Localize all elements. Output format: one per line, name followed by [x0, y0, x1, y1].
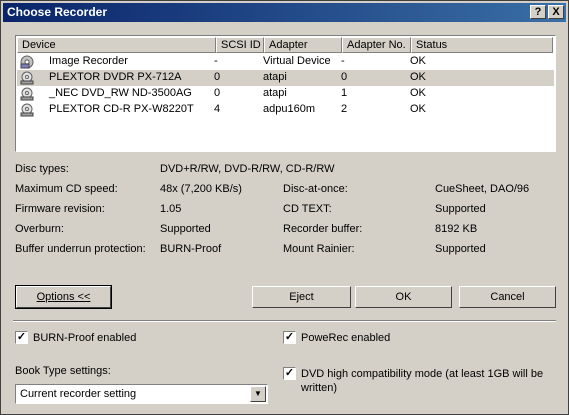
device-name: PLEXTOR DVDR PX-712A: [49, 71, 182, 83]
table-row[interactable]: Image Recorder - Virtual Device - OK: [17, 54, 554, 70]
mount-rainier-value: Supported: [435, 243, 486, 255]
adapter-no: 1: [341, 87, 348, 99]
device-name: _NEC DVD_RW ND-3500AG: [49, 87, 192, 99]
scsi-id: 0: [214, 71, 221, 83]
powerec-checkbox[interactable]: ✓: [283, 331, 296, 344]
options-button[interactable]: Options <<: [15, 285, 112, 309]
max-speed-label: Maximum CD speed:: [15, 183, 118, 195]
help-button[interactable]: ?: [530, 5, 546, 19]
adapter: adpu160m: [263, 103, 315, 115]
underrun-label: Buffer underrun protection:: [15, 243, 146, 255]
image-recorder-icon: [20, 55, 34, 69]
title-bar: Choose Recorder ? X: [3, 3, 566, 22]
book-type-label: Book Type settings:: [15, 365, 111, 377]
firmware-value: 1.05: [160, 203, 182, 215]
adapter: atapi: [263, 71, 287, 83]
column-header-scsi-id[interactable]: SCSI ID: [216, 37, 264, 53]
separator: [13, 320, 556, 322]
book-type-select[interactable]: Current recorder setting ▼: [15, 384, 268, 404]
dao-value: CueSheet, DAO/96: [435, 183, 530, 195]
ok-button[interactable]: OK: [355, 286, 452, 308]
device-name: PLEXTOR CD-R PX-W8220T: [49, 103, 194, 115]
close-button[interactable]: X: [548, 5, 564, 19]
dao-label: Disc-at-once:: [283, 183, 348, 195]
adapter-no: 0: [341, 71, 348, 83]
cd-drive-icon: [20, 87, 34, 101]
disc-types-value: DVD+R/RW, DVD-R/RW, CD-R/RW: [160, 163, 335, 175]
table-row[interactable]: PLEXTOR DVDR PX-712A 0 atapi 0 OK: [17, 70, 554, 86]
underrun-value: BURN-Proof: [160, 243, 222, 255]
max-speed-value: 48x (7,200 KB/s): [160, 183, 242, 195]
table-row[interactable]: _NEC DVD_RW ND-3500AG 0 atapi 1 OK: [17, 86, 554, 102]
status: OK: [410, 55, 426, 67]
table-row[interactable]: PLEXTOR CD-R PX-W8220T 4 adpu160m 2 OK: [17, 102, 554, 118]
status: OK: [410, 103, 426, 115]
disc-types-label: Disc types:: [15, 163, 69, 175]
column-header-status[interactable]: Status: [411, 37, 553, 53]
cd-drive-icon: [20, 103, 34, 117]
recorder-list[interactable]: Device SCSI ID Adapter Adapter No. Statu…: [15, 35, 556, 152]
scsi-id: 4: [214, 103, 221, 115]
options-button-label: Options <<: [36, 291, 91, 303]
adapter: atapi: [263, 87, 287, 99]
cd-drive-icon: [20, 71, 34, 85]
column-header-adapter-no[interactable]: Adapter No.: [342, 37, 411, 53]
window-title: Choose Recorder: [7, 5, 108, 19]
burnproof-checkbox[interactable]: ✓: [15, 331, 28, 344]
choose-recorder-dialog: Choose Recorder ? X Device SCSI ID Adapt…: [0, 0, 569, 415]
scsi-id: -: [214, 55, 218, 67]
adapter-no: 2: [341, 103, 348, 115]
firmware-label: Firmware revision:: [15, 203, 105, 215]
dvd-compat-label-line1: DVD high compatibility mode (at least 1G…: [301, 368, 544, 380]
mount-rainier-label: Mount Rainier:: [283, 243, 355, 255]
status: OK: [410, 87, 426, 99]
scsi-id: 0: [214, 87, 221, 99]
chevron-down-icon[interactable]: ▼: [250, 386, 266, 402]
eject-button[interactable]: Eject: [252, 286, 351, 308]
status: OK: [410, 71, 426, 83]
overburn-label: Overburn:: [15, 223, 64, 235]
cdtext-label: CD TEXT:: [283, 203, 332, 215]
dvd-compat-checkbox[interactable]: ✓: [283, 367, 296, 380]
adapter: Virtual Device: [263, 55, 331, 67]
book-type-value: Current recorder setting: [20, 388, 137, 400]
cdtext-value: Supported: [435, 203, 486, 215]
powerec-label: PoweRec enabled: [301, 332, 391, 344]
recorder-buffer-value: 8192 KB: [435, 223, 478, 235]
column-header-device[interactable]: Device: [17, 37, 216, 53]
overburn-value: Supported: [160, 223, 211, 235]
burnproof-label: BURN-Proof enabled: [33, 332, 137, 344]
column-header-adapter[interactable]: Adapter: [264, 37, 342, 53]
adapter-no: -: [341, 55, 345, 67]
recorder-buffer-label: Recorder buffer:: [283, 223, 363, 235]
cancel-button[interactable]: Cancel: [459, 286, 556, 308]
dvd-compat-label-line2: written): [301, 382, 338, 394]
device-name: Image Recorder: [49, 55, 128, 67]
